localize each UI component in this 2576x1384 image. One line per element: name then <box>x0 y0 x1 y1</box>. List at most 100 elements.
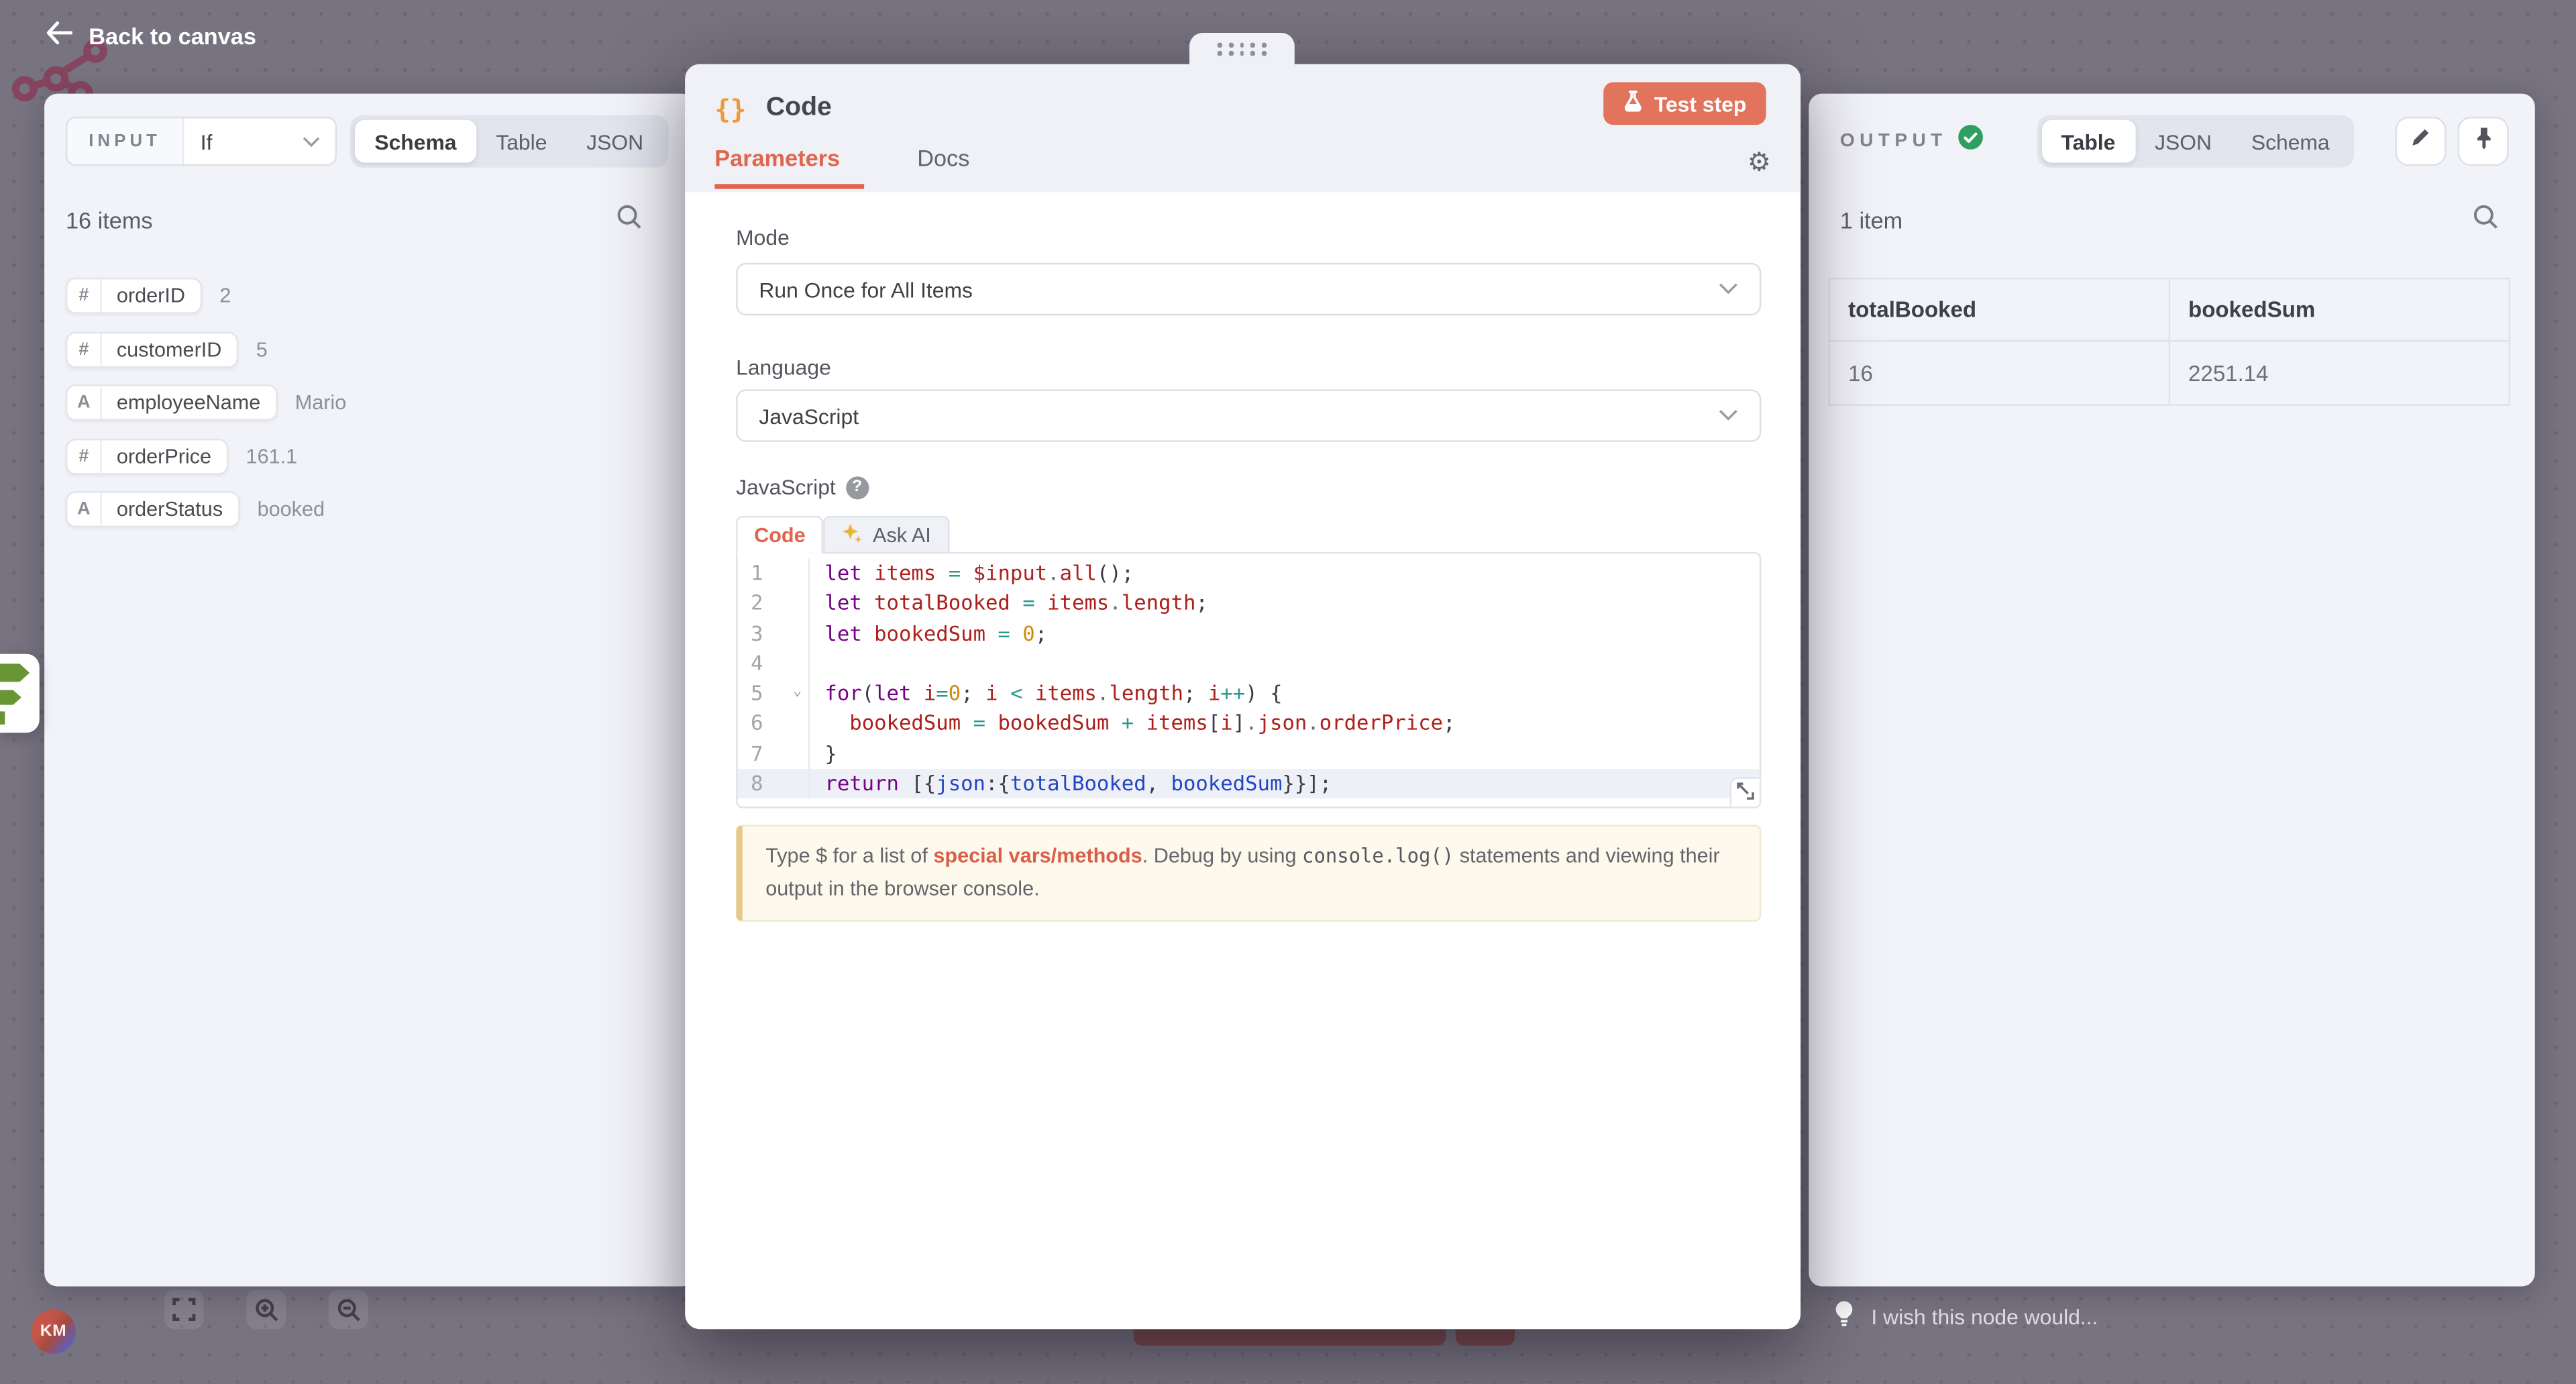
view-tab-table[interactable]: Table <box>476 120 567 163</box>
pin-data-button[interactable] <box>2458 117 2509 166</box>
view-tab-schema[interactable]: Schema <box>355 120 476 163</box>
code-line[interactable]: 5⌄for(let i=0; i < items.length; i++) { <box>738 679 1760 709</box>
code-node-icon: {} <box>714 93 746 124</box>
view-tab-json[interactable]: JSON <box>2135 120 2232 163</box>
editor-label: JavaScript <box>736 475 836 500</box>
code-editor[interactable]: 1let items = $input.all();2let totalBook… <box>736 552 1761 809</box>
table-cell: 16 <box>1829 341 2169 405</box>
back-to-canvas-button[interactable]: Back to canvas <box>46 21 256 50</box>
sparkles-icon <box>841 522 863 548</box>
field-name: customerID <box>102 337 237 360</box>
code-line[interactable]: 2let totalBooked = items.length; <box>738 588 1760 619</box>
field-type-icon: A <box>67 493 101 526</box>
field-value: booked <box>258 498 325 521</box>
field-name: orderPrice <box>102 444 226 467</box>
back-to-canvas-label: Back to canvas <box>89 22 256 48</box>
input-source-box: INPUT If <box>66 117 337 166</box>
code-line[interactable]: 8return [{json:{totalBooked, bookedSum}}… <box>738 769 1760 799</box>
output-view-tabs: TableJSONSchema <box>2037 115 2355 167</box>
column-header: bookedSum <box>2169 278 2510 341</box>
code-line[interactable]: 4 <box>738 649 1760 679</box>
special-vars-link[interactable]: special vars/methods <box>933 845 1142 868</box>
schema-item[interactable]: #customerID5 <box>66 331 674 367</box>
input-source-value: If <box>201 129 213 154</box>
field-name: orderStatus <box>102 498 237 521</box>
pencil-icon <box>2410 127 2432 156</box>
language-select[interactable]: JavaScript <box>736 389 1761 441</box>
language-value: JavaScript <box>759 403 859 428</box>
mode-value: Run Once for All Items <box>759 277 973 302</box>
code-line[interactable]: 7} <box>738 739 1760 769</box>
chevron-down-icon <box>1719 282 1738 296</box>
chevron-down-icon <box>1719 409 1738 423</box>
input-panel: INPUT If SchemaTableJSON 16 items #order… <box>44 94 695 1287</box>
fold-arrow-icon[interactable]: ⌄ <box>793 677 802 707</box>
success-check-icon <box>1959 125 1984 158</box>
expand-editor-button[interactable] <box>1730 778 1762 809</box>
zoom-in-button[interactable] <box>246 1289 286 1329</box>
field-name: employeeName <box>102 391 275 414</box>
schema-item[interactable]: AorderStatus booked <box>66 491 674 527</box>
chevron-down-icon <box>303 136 321 147</box>
view-tab-json[interactable]: JSON <box>567 120 663 163</box>
view-tab-schema[interactable]: Schema <box>2231 120 2349 163</box>
code-line[interactable]: 6 bookedSum = bookedSum + items[i].json.… <box>738 709 1760 739</box>
output-table: totalBookedbookedSum162251.14 <box>1829 278 2510 406</box>
code-node-modal: {} Code Test step Parameters Docs ⚙ Mode… <box>685 64 1801 1330</box>
lightbulb-icon <box>1833 1299 1855 1332</box>
editor-hint: Type $ for a list of special vars/method… <box>736 825 1761 922</box>
expand-icon <box>1737 781 1755 806</box>
code-line[interactable]: 3let bookedSum = 0; <box>738 619 1760 649</box>
table-cell: 2251.14 <box>2169 341 2510 405</box>
table-row[interactable]: 162251.14 <box>1829 341 2510 405</box>
output-panel-title: OUTPUT <box>1840 131 1947 151</box>
app-root: Back to canvas KM I wish this node would… <box>0 0 2576 1384</box>
code-line[interactable]: 1let items = $input.all(); <box>738 559 1760 589</box>
tab-docs[interactable]: Docs <box>917 145 969 189</box>
avatar[interactable]: KM <box>32 1310 76 1354</box>
view-tab-table[interactable]: Table <box>2041 120 2135 163</box>
schema-item[interactable]: AemployeeName Mario <box>66 384 674 421</box>
tab-code[interactable]: Code <box>736 516 823 553</box>
arrow-left-icon <box>46 21 72 50</box>
search-icon[interactable] <box>616 204 642 235</box>
field-value: 161.1 <box>246 444 298 467</box>
test-step-label: Test step <box>1654 91 1746 116</box>
test-step-button[interactable]: Test step <box>1603 82 1766 125</box>
mode-label: Mode <box>736 225 790 250</box>
input-view-tabs: SchemaTableJSON <box>350 115 668 167</box>
flask-icon <box>1623 91 1642 117</box>
tab-parameters[interactable]: Parameters <box>714 145 865 189</box>
field-value: 2 <box>219 284 231 307</box>
input-source-select[interactable]: If <box>184 118 335 164</box>
field-type-icon: # <box>67 279 101 312</box>
column-header: totalBooked <box>1829 278 2169 341</box>
search-icon[interactable] <box>2473 204 2499 235</box>
field-type-icon: # <box>67 439 101 472</box>
edit-output-button[interactable] <box>2396 117 2447 166</box>
output-panel: OUTPUT TableJSONSchema 1 item <box>1809 94 2534 1287</box>
canvas-zoom-controls <box>164 1289 368 1329</box>
field-type-icon: A <box>67 386 101 419</box>
mode-select[interactable]: Run Once for All Items <box>736 263 1761 315</box>
output-items-count: 1 item <box>1840 206 1902 232</box>
node-suggestion-label: I wish this node would... <box>1871 1303 2098 1328</box>
schema-item[interactable]: #orderPrice 161.1 <box>66 438 674 474</box>
node-suggestion-button[interactable]: I wish this node would... <box>1833 1299 2098 1332</box>
field-value: Mario <box>295 391 347 414</box>
schema-item[interactable]: #orderID 2 <box>66 278 674 314</box>
node-title[interactable]: Code <box>766 94 832 123</box>
gear-icon[interactable]: ⚙ <box>1748 151 1771 177</box>
input-schema-list: #orderID2#customerID5AemployeeNameMario#… <box>44 233 695 527</box>
field-name: orderID <box>102 284 200 307</box>
pin-icon <box>2473 125 2493 157</box>
tab-ask-ai[interactable]: Ask AI <box>824 516 949 553</box>
field-type-icon: # <box>67 333 101 366</box>
input-panel-title: INPUT <box>67 118 184 164</box>
zoom-out-button[interactable] <box>329 1289 368 1329</box>
fit-to-screen-button[interactable] <box>164 1289 204 1329</box>
help-icon[interactable]: ? <box>845 476 868 498</box>
if-node-icon <box>0 654 40 733</box>
input-items-count: 16 items <box>66 206 153 232</box>
language-label: Language <box>736 355 1761 380</box>
